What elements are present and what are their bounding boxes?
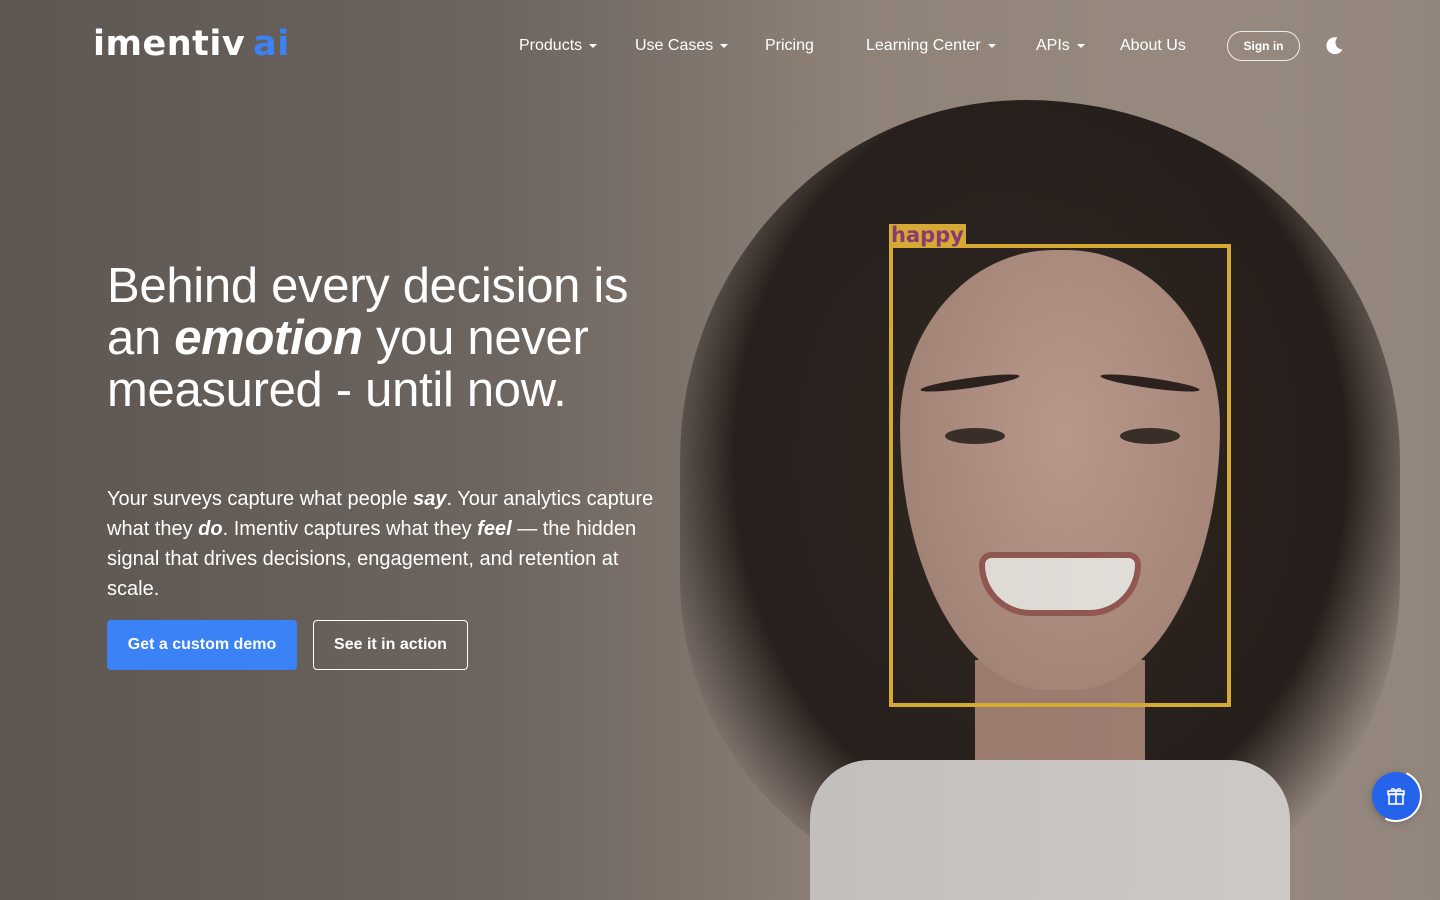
nav-products[interactable]: Products [519, 34, 598, 58]
hero-headline: Behind every decision is an emotion you … [107, 260, 667, 416]
brand-name: imentiv [93, 24, 246, 64]
nav-pricing-label: Pricing [765, 37, 814, 54]
nav-pricing[interactable]: Pricing [765, 34, 814, 58]
sign-in-button[interactable]: Sign in [1227, 31, 1300, 61]
nav-apis[interactable]: APIs [1036, 34, 1085, 58]
face-detection-box [889, 244, 1231, 707]
see-it-in-action-button[interactable]: See it in action [313, 620, 468, 670]
subtext-3: . Imentiv captures what they [222, 518, 478, 540]
nav-about-us[interactable]: About Us [1120, 34, 1186, 58]
nav-learning-center[interactable]: Learning Center [866, 34, 996, 58]
subtext-1: Your surveys capture what people [107, 488, 414, 510]
nav-products-label: Products [519, 37, 583, 54]
nav-use-cases-label: Use Cases [635, 37, 714, 54]
nav-learning-center-label: Learning Center [866, 37, 981, 54]
nav-about-us-label: About Us [1120, 37, 1186, 54]
nav-apis-label: APIs [1036, 37, 1070, 54]
brand-logo[interactable]: imentiv ai [93, 24, 290, 64]
get-custom-demo-button[interactable]: Get a custom demo [107, 620, 297, 670]
hero-subtext: Your surveys capture what people say. Yo… [107, 484, 667, 604]
emotion-label: happy [889, 223, 966, 247]
subtext-do: do [198, 518, 223, 540]
nav-use-cases[interactable]: Use Cases [635, 34, 729, 58]
chevron-down-icon [1076, 43, 1085, 48]
chevron-down-icon [987, 43, 996, 48]
subtext-say: say [413, 488, 447, 510]
chevron-down-icon [589, 43, 598, 48]
subtext-feel: feel [477, 518, 512, 540]
headline-emphasis: emotion [174, 311, 363, 365]
brand-suffix: ai [253, 24, 290, 64]
moon-icon[interactable] [1322, 34, 1346, 58]
navbar: imentiv ai Products Use Cases Pricing Lea… [0, 0, 1440, 92]
gift-icon [1387, 788, 1405, 805]
gift-floating-button[interactable] [1362, 762, 1430, 830]
chevron-down-icon [720, 43, 729, 48]
